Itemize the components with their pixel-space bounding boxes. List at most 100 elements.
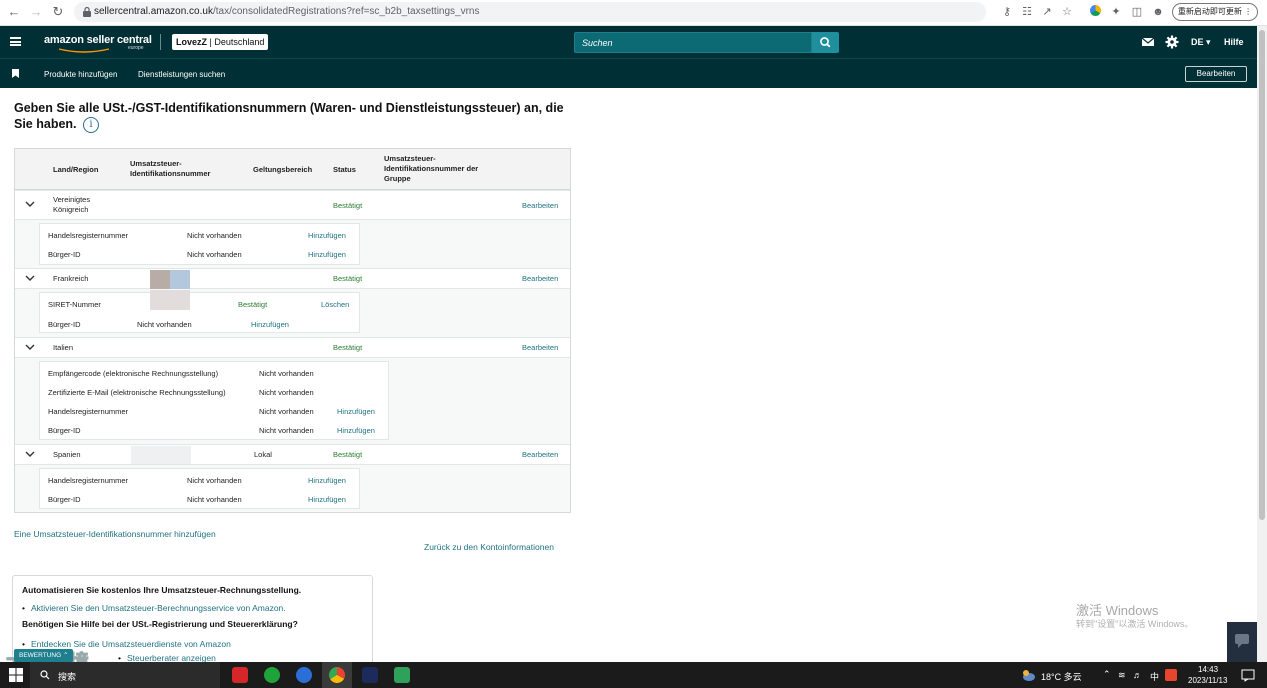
address-bar[interactable]: sellercentral.amazon.co.uk/tax/consolida…: [74, 2, 986, 22]
network-icon[interactable]: ≋: [1118, 670, 1126, 681]
edit-link[interactable]: Bearbeiten: [522, 201, 558, 210]
col-land: Land/Region: [53, 165, 99, 174]
promo-link-vcs[interactable]: Aktivieren Sie den Umsatzsteuer-Berechnu…: [22, 603, 286, 613]
extensions-icon[interactable]: ✦: [1109, 5, 1123, 19]
chevron-down-icon[interactable]: [25, 451, 35, 458]
detail-value: Nicht vorhanden: [187, 231, 242, 240]
detail-label: Bürger-ID: [48, 495, 81, 504]
redacted-block: [131, 446, 191, 464]
store-switcher[interactable]: LovezZ | Deutschland: [172, 34, 269, 50]
delete-link[interactable]: Löschen: [321, 300, 349, 309]
app-icon-blue[interactable]: [296, 667, 312, 683]
volume-icon[interactable]: ♬: [1133, 670, 1142, 680]
search-input[interactable]: [575, 33, 811, 52]
edit-link[interactable]: Bearbeiten: [522, 274, 558, 283]
shortcut-add-products[interactable]: Produkte hinzufügen: [44, 70, 117, 79]
seller-central-header: amazon seller central europe LovezZ | De…: [0, 26, 1257, 58]
add-vat-link[interactable]: Eine Umsatzsteuer-Identifikationsnummer …: [14, 529, 216, 539]
help-link[interactable]: Hilfe: [1224, 37, 1244, 47]
shortcut-find-services[interactable]: Dienstleistungen suchen: [138, 70, 225, 79]
store-market: Deutschland: [214, 37, 265, 47]
forward-icon[interactable]: →: [28, 4, 44, 20]
detail-value: Nicht vorhanden: [259, 407, 314, 416]
detail-value: Nicht vorhanden: [187, 495, 242, 504]
country-name: Spanien: [53, 450, 81, 459]
chat-widget-button[interactable]: [1227, 622, 1257, 662]
wechat-icon[interactable]: [264, 667, 280, 683]
logo-divider: [160, 34, 161, 50]
extension-color-icon[interactable]: [1088, 5, 1102, 19]
taskbar-search-text: 搜索: [58, 672, 77, 682]
add-link[interactable]: Hinzufügen: [308, 476, 346, 485]
notification-icon[interactable]: [1240, 667, 1256, 683]
back-icon[interactable]: ←: [6, 4, 22, 20]
sidepanel-icon[interactable]: ◫: [1130, 5, 1144, 19]
scrollbar-thumb[interactable]: [1259, 30, 1265, 520]
country-name: Vereinigtes Königreich: [53, 195, 91, 214]
clock-date[interactable]: 2023/11/13: [1188, 676, 1227, 685]
add-link[interactable]: Hinzufügen: [308, 495, 346, 504]
detail-value: Nicht vorhanden: [137, 320, 192, 329]
table-row-fr: Frankreich Bestätigt Bearbeiten: [15, 268, 570, 289]
app-icon-green[interactable]: [394, 667, 410, 683]
browser-toolbar: ← → ↻ sellercentral.amazon.co.uk/tax/con…: [0, 0, 1267, 26]
update-button[interactable]: 重新启动即可更新 ⋮: [1172, 3, 1258, 21]
taskbar-active-app[interactable]: [322, 662, 352, 688]
key-icon[interactable]: ⚷: [1000, 5, 1014, 19]
search-field[interactable]: [574, 32, 812, 53]
add-link[interactable]: Hinzufügen: [337, 407, 375, 416]
menu-icon[interactable]: [10, 37, 21, 46]
weather-cloud-icon: [1023, 670, 1035, 681]
translate-icon[interactable]: ☷: [1020, 5, 1034, 19]
tray-chevron-icon[interactable]: ⌃: [1103, 669, 1111, 680]
add-link[interactable]: Hinzufügen: [251, 320, 289, 329]
feedback-label: BEWERTUNG: [19, 652, 62, 659]
reload-icon[interactable]: ↻: [50, 4, 66, 20]
feedback-button[interactable]: BEWERTUNG ⌃: [14, 649, 74, 662]
info-icon[interactable]: i: [83, 116, 100, 133]
chevron-down-icon[interactable]: [25, 344, 35, 351]
col-scope: Geltungsbereich: [253, 165, 313, 174]
lock-icon: [83, 6, 91, 17]
clock-time[interactable]: 14:43: [1198, 665, 1218, 674]
page-title: Geben Sie alle USt.-/GST-Identifikations…: [14, 100, 574, 133]
app-icon-dark[interactable]: [362, 667, 378, 683]
language-switcher[interactable]: DE ▾: [1191, 37, 1211, 48]
share-icon[interactable]: ↗: [1040, 5, 1054, 19]
edit-link[interactable]: Bearbeiten: [522, 450, 558, 459]
search-button[interactable]: [812, 32, 839, 53]
add-link[interactable]: Hinzufügen: [308, 250, 346, 259]
windows-start-icon[interactable]: [8, 667, 24, 683]
edit-link[interactable]: Bearbeiten: [522, 343, 558, 352]
shortcut-bar: Produkte hinzufügen Dienstleistungen suc…: [0, 58, 1257, 88]
col-vat-number: Umsatzsteuer-Identifikationsnummer: [130, 159, 211, 178]
mail-icon[interactable]: [1141, 35, 1155, 49]
detail-label: SIRET-Nummer: [48, 300, 101, 309]
back-to-account-link[interactable]: Zurück zu den Kontoinformationen: [424, 542, 554, 552]
add-link[interactable]: Hinzufügen: [337, 426, 375, 435]
ime-indicator[interactable]: 中: [1150, 670, 1159, 683]
taskbar-search[interactable]: 搜索: [30, 662, 220, 688]
it-details: Empfängercode (elektronische Rechnungsst…: [15, 358, 570, 445]
app-icon-red[interactable]: [232, 667, 248, 683]
chevron-down-icon[interactable]: [25, 201, 35, 208]
add-link[interactable]: Hinzufügen: [308, 231, 346, 240]
bookmark-icon[interactable]: [12, 69, 19, 78]
detail-label: Bürger-ID: [48, 426, 81, 435]
detail-box: Empfängercode (elektronische Rechnungsst…: [39, 361, 389, 440]
search-icon: [820, 37, 831, 48]
detail-box: Handelsregisternummer Nicht vorhanden Hi…: [39, 468, 360, 509]
detail-value: Bestätigt: [238, 300, 268, 309]
windows-taskbar: 搜索 18°C 多云 ⌃ ≋ ♬ 中 14:43 2023/11/13: [0, 662, 1267, 688]
weather-text[interactable]: 18°C 多云: [1041, 670, 1082, 683]
edit-shortcuts-button[interactable]: Bearbeiten: [1185, 66, 1247, 82]
bookmark-star-icon[interactable]: ☆: [1060, 5, 1074, 19]
status-badge: Bestätigt: [333, 343, 363, 352]
detail-label: Bürger-ID: [48, 250, 81, 259]
status-badge: Bestätigt: [333, 274, 363, 283]
profile-icon[interactable]: ☻: [1151, 5, 1165, 19]
app-tray-icon[interactable]: [1165, 669, 1177, 681]
settings-gear-icon[interactable]: [1165, 35, 1179, 49]
chevron-down-icon[interactable]: [25, 275, 35, 282]
update-label: 重新启动即可更新: [1177, 7, 1242, 16]
